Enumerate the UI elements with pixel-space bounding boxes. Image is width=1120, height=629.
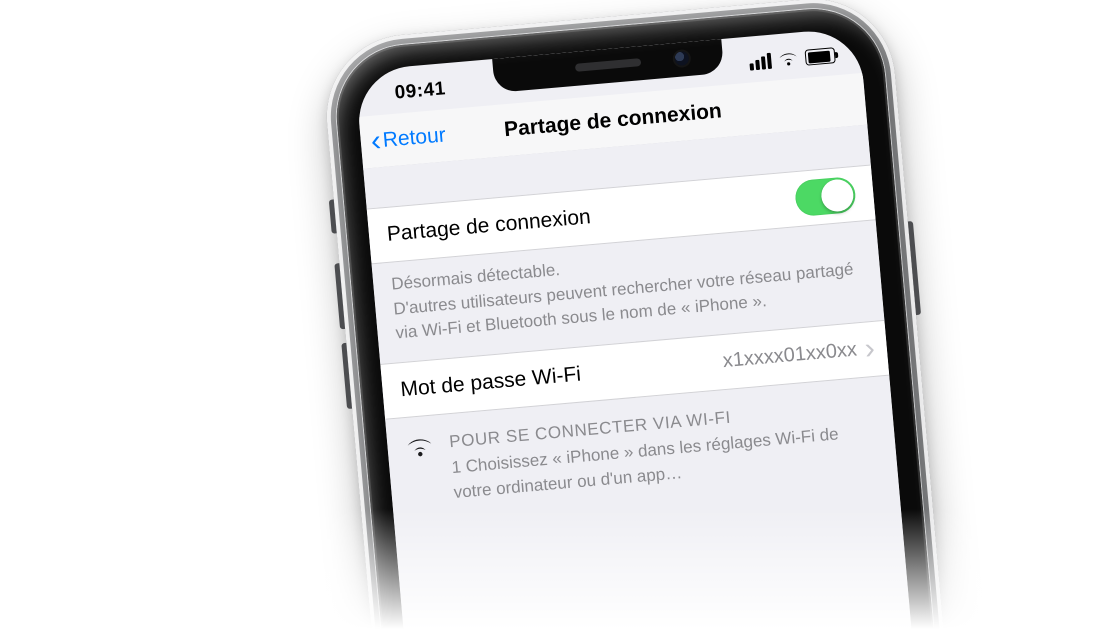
cellular-signal-icon [749,53,772,71]
phone-screen: 09:41 ‹ [355,27,955,629]
content-area: Partage de connexion Désormais détectabl… [363,125,954,629]
wifi-password-label: Mot de passe Wi-Fi [400,362,582,402]
hotspot-toggle-label: Partage de connexion [386,205,592,247]
volume-up-button [334,263,345,329]
wifi-password-value: x1xxxx01xx0xx [722,339,858,374]
mute-switch [329,199,337,233]
back-label: Retour [382,123,447,152]
wifi-icon [405,436,439,509]
hotspot-toggle[interactable] [794,176,857,217]
battery-icon [805,47,836,66]
side-button [908,221,921,315]
phone-bezel: 09:41 ‹ [331,3,979,629]
back-button[interactable]: ‹ Retour [360,123,447,154]
toggle-knob [820,178,855,213]
chevron-left-icon: ‹ [371,141,381,142]
status-time: 09:41 [394,78,447,104]
chevron-right-icon: › [865,349,875,350]
phone-frame: 09:41 ‹ [320,0,989,629]
wifi-icon [778,51,799,68]
volume-down-button [341,343,352,409]
